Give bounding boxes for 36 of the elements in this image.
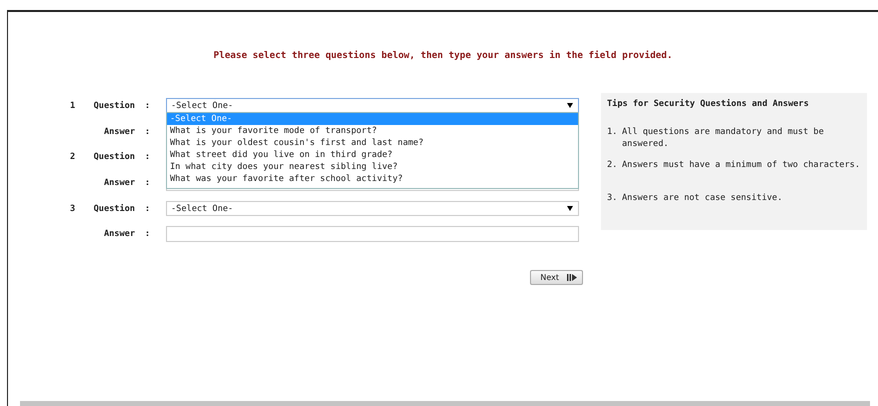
tip-number: 1. bbox=[607, 127, 618, 139]
tip-text: All questions are mandatory and must be answered. bbox=[622, 127, 825, 150]
tip-text: Answers are not case sensitive. bbox=[622, 193, 784, 205]
question-label: Question bbox=[92, 204, 135, 214]
question-number: 2 bbox=[70, 152, 76, 162]
instruction-text: Please select three questions below, then type your answers in the field provided. bbox=[212, 50, 674, 63]
colon: : bbox=[144, 126, 152, 137]
dropdown-option[interactable]: What was your favorite after school activity? bbox=[167, 173, 578, 186]
caret-icon bbox=[567, 103, 573, 108]
next-button[interactable]: Next bbox=[530, 270, 583, 286]
answer-label: Answer bbox=[102, 178, 135, 188]
scrollbar[interactable] bbox=[20, 401, 870, 406]
answer-field[interactable] bbox=[166, 226, 579, 242]
play-icon bbox=[567, 274, 577, 282]
dropdown-option[interactable]: In what city does your nearest sibling live? bbox=[167, 161, 578, 174]
tip-number: 2. bbox=[607, 160, 618, 172]
colon: : bbox=[144, 204, 152, 214]
tip-text: Answers must have a minimum of two characters. bbox=[622, 160, 861, 172]
answer-label: Answer bbox=[102, 126, 135, 137]
dropdown-option[interactable]: What street did you live on in third grade? bbox=[167, 149, 578, 162]
dropdown-option[interactable]: What is your oldest cousin's first and last name? bbox=[167, 137, 578, 150]
question-number: 3 bbox=[70, 204, 76, 214]
colon: : bbox=[144, 178, 152, 188]
colon: : bbox=[144, 152, 152, 162]
tips-title: Tips for Security Questions and Answers bbox=[607, 98, 810, 111]
question-select[interactable]: -Select One- bbox=[166, 98, 579, 114]
tip-number: 3. bbox=[607, 193, 618, 205]
question-label: Question bbox=[92, 152, 135, 162]
caret-icon bbox=[567, 206, 573, 212]
question-label: Question bbox=[92, 100, 135, 111]
colon: : bbox=[144, 229, 152, 240]
question-number: 1 bbox=[70, 100, 76, 111]
colon: : bbox=[144, 100, 152, 111]
dropdown-option[interactable]: What is your favorite mode of transport? bbox=[167, 125, 578, 138]
answer-label: Answer bbox=[102, 229, 135, 240]
question-select[interactable]: -Select One- bbox=[166, 201, 579, 216]
